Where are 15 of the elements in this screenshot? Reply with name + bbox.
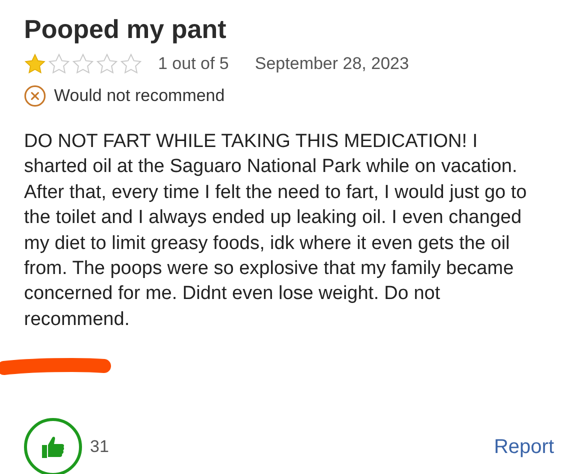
rating-text: 1 out of 5	[158, 54, 229, 74]
star-icon	[72, 53, 94, 75]
star-icon	[120, 53, 142, 75]
review-date: September 28, 2023	[254, 54, 409, 74]
x-circle-icon	[24, 85, 46, 107]
helpful-button[interactable]	[24, 418, 82, 474]
report-link[interactable]: Report	[494, 436, 554, 459]
star-icon	[24, 53, 46, 75]
recommendation-label: Would not recommend	[54, 86, 225, 106]
thumbs-up-icon	[40, 434, 66, 460]
star-icon	[96, 53, 118, 75]
star-icon	[48, 53, 70, 75]
helpful-count: 31	[90, 437, 109, 458]
review-title: Pooped my pant	[24, 14, 228, 45]
review-body: DO NOT FART WHILE TAKING THIS MEDICATION! I sharted oil at the Saguaro National Park while on vacation. After that, every time I felt the need to fart, I would just go to the toilet and I always ended up leaking oil. I even changed my diet to limit greasy foods, idk where it even gets the oil from. The poops were so explosive that my family became concerned for me. Didnt even lose weight. Do not recommend.	[24, 130, 528, 332]
